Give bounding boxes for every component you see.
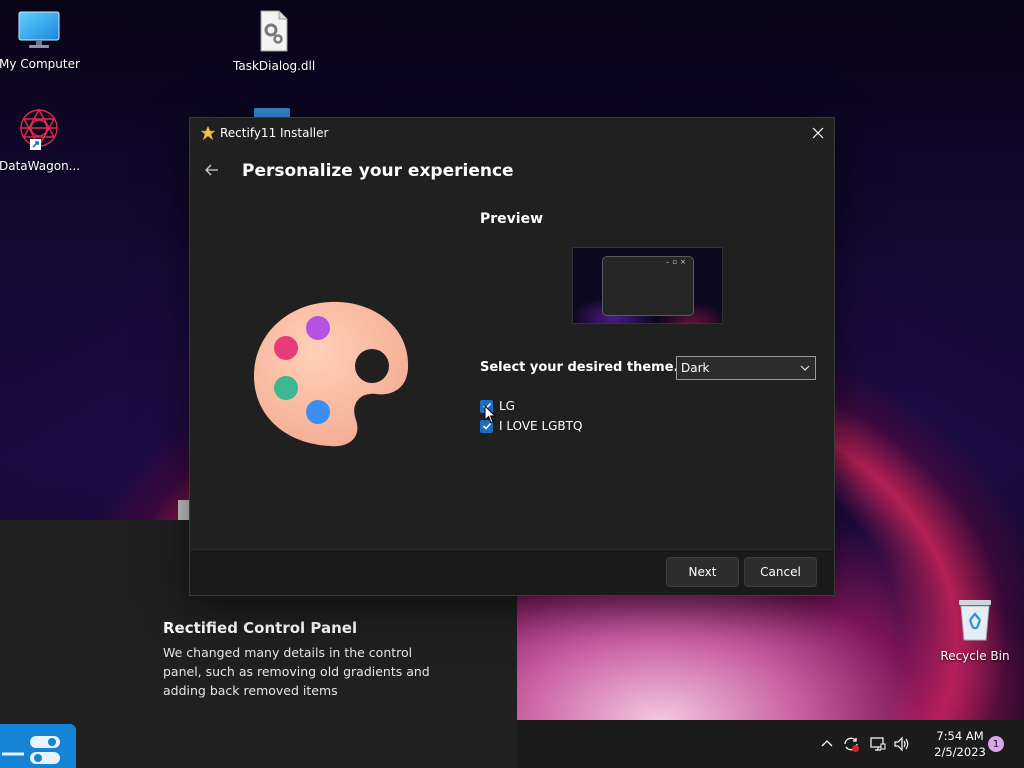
preview-label: Preview bbox=[480, 211, 544, 227]
desktop-icon-my-computer[interactable]: My Computer bbox=[0, 10, 80, 71]
cancel-button[interactable]: Cancel bbox=[744, 557, 817, 587]
chevron-up-icon[interactable] bbox=[818, 735, 836, 753]
taskbar-clock[interactable]: 7:54 AM 2/5/2023 bbox=[927, 728, 993, 760]
desktop-icon-label: DataWagon... bbox=[0, 159, 81, 173]
network-icon[interactable] bbox=[869, 735, 887, 753]
desktop-icon-recycle-bin[interactable]: Recycle Bin bbox=[935, 598, 1015, 663]
recycle-bin-icon bbox=[959, 600, 991, 641]
next-button[interactable]: Next bbox=[666, 557, 739, 587]
toggle-settings-icon bbox=[2, 736, 60, 764]
installer-window: Rectify11 Installer Personalize your exp… bbox=[189, 117, 835, 596]
notification-badge[interactable]: 1 bbox=[988, 736, 1004, 752]
control-panel-tile[interactable] bbox=[0, 724, 76, 768]
desktop-icon-datawagon[interactable]: DataWagon... bbox=[0, 106, 81, 173]
desktop-icon-label: My Computer bbox=[0, 57, 80, 71]
monitor-icon bbox=[18, 11, 60, 48]
sync-alert-icon[interactable] bbox=[842, 735, 860, 753]
option-label: LG bbox=[499, 399, 515, 413]
back-button[interactable] bbox=[202, 160, 222, 180]
theme-select-label: Select your desired theme. bbox=[480, 360, 679, 375]
option-label: I LOVE LGBTQ bbox=[499, 419, 583, 433]
feature-title: Rectified Control Panel bbox=[163, 619, 358, 637]
close-button[interactable] bbox=[802, 118, 834, 148]
page-title: Personalize your experience bbox=[242, 161, 514, 181]
datawagon-shortcut-icon bbox=[20, 108, 58, 150]
feature-description: We changed many details in the control p… bbox=[163, 645, 430, 698]
rectify-app-icon bbox=[200, 125, 216, 141]
close-icon bbox=[812, 127, 824, 139]
window-footer: Next Cancel bbox=[190, 549, 834, 595]
window-title: Rectify11 Installer bbox=[220, 126, 329, 140]
back-arrow-icon bbox=[205, 164, 218, 176]
dll-file-icon bbox=[260, 10, 288, 52]
paint-palette-icon bbox=[254, 301, 409, 447]
clock-date: 2/5/2023 bbox=[934, 745, 986, 759]
mouse-cursor-icon bbox=[484, 405, 496, 424]
chevron-down-icon bbox=[800, 365, 810, 371]
desktop-icon-label: Recycle Bin bbox=[940, 649, 1010, 663]
theme-dropdown[interactable]: Dark bbox=[676, 356, 816, 380]
volume-icon[interactable] bbox=[893, 735, 911, 753]
mini-window-controls: –▫× bbox=[665, 258, 689, 266]
preview-mini-window: –▫× bbox=[602, 256, 694, 316]
theme-selected-value: Dark bbox=[681, 361, 710, 375]
taskbar: 7:54 AM 2/5/2023 1 bbox=[517, 720, 1024, 768]
window-titlebar[interactable]: Rectify11 Installer bbox=[190, 118, 834, 148]
desktop-icon-label: TaskDialog.dll bbox=[233, 59, 316, 73]
theme-preview: –▫× bbox=[572, 247, 723, 324]
desktop-icon-taskdialog[interactable]: TaskDialog.dll bbox=[233, 10, 316, 73]
clock-time: 7:54 AM bbox=[936, 729, 984, 743]
